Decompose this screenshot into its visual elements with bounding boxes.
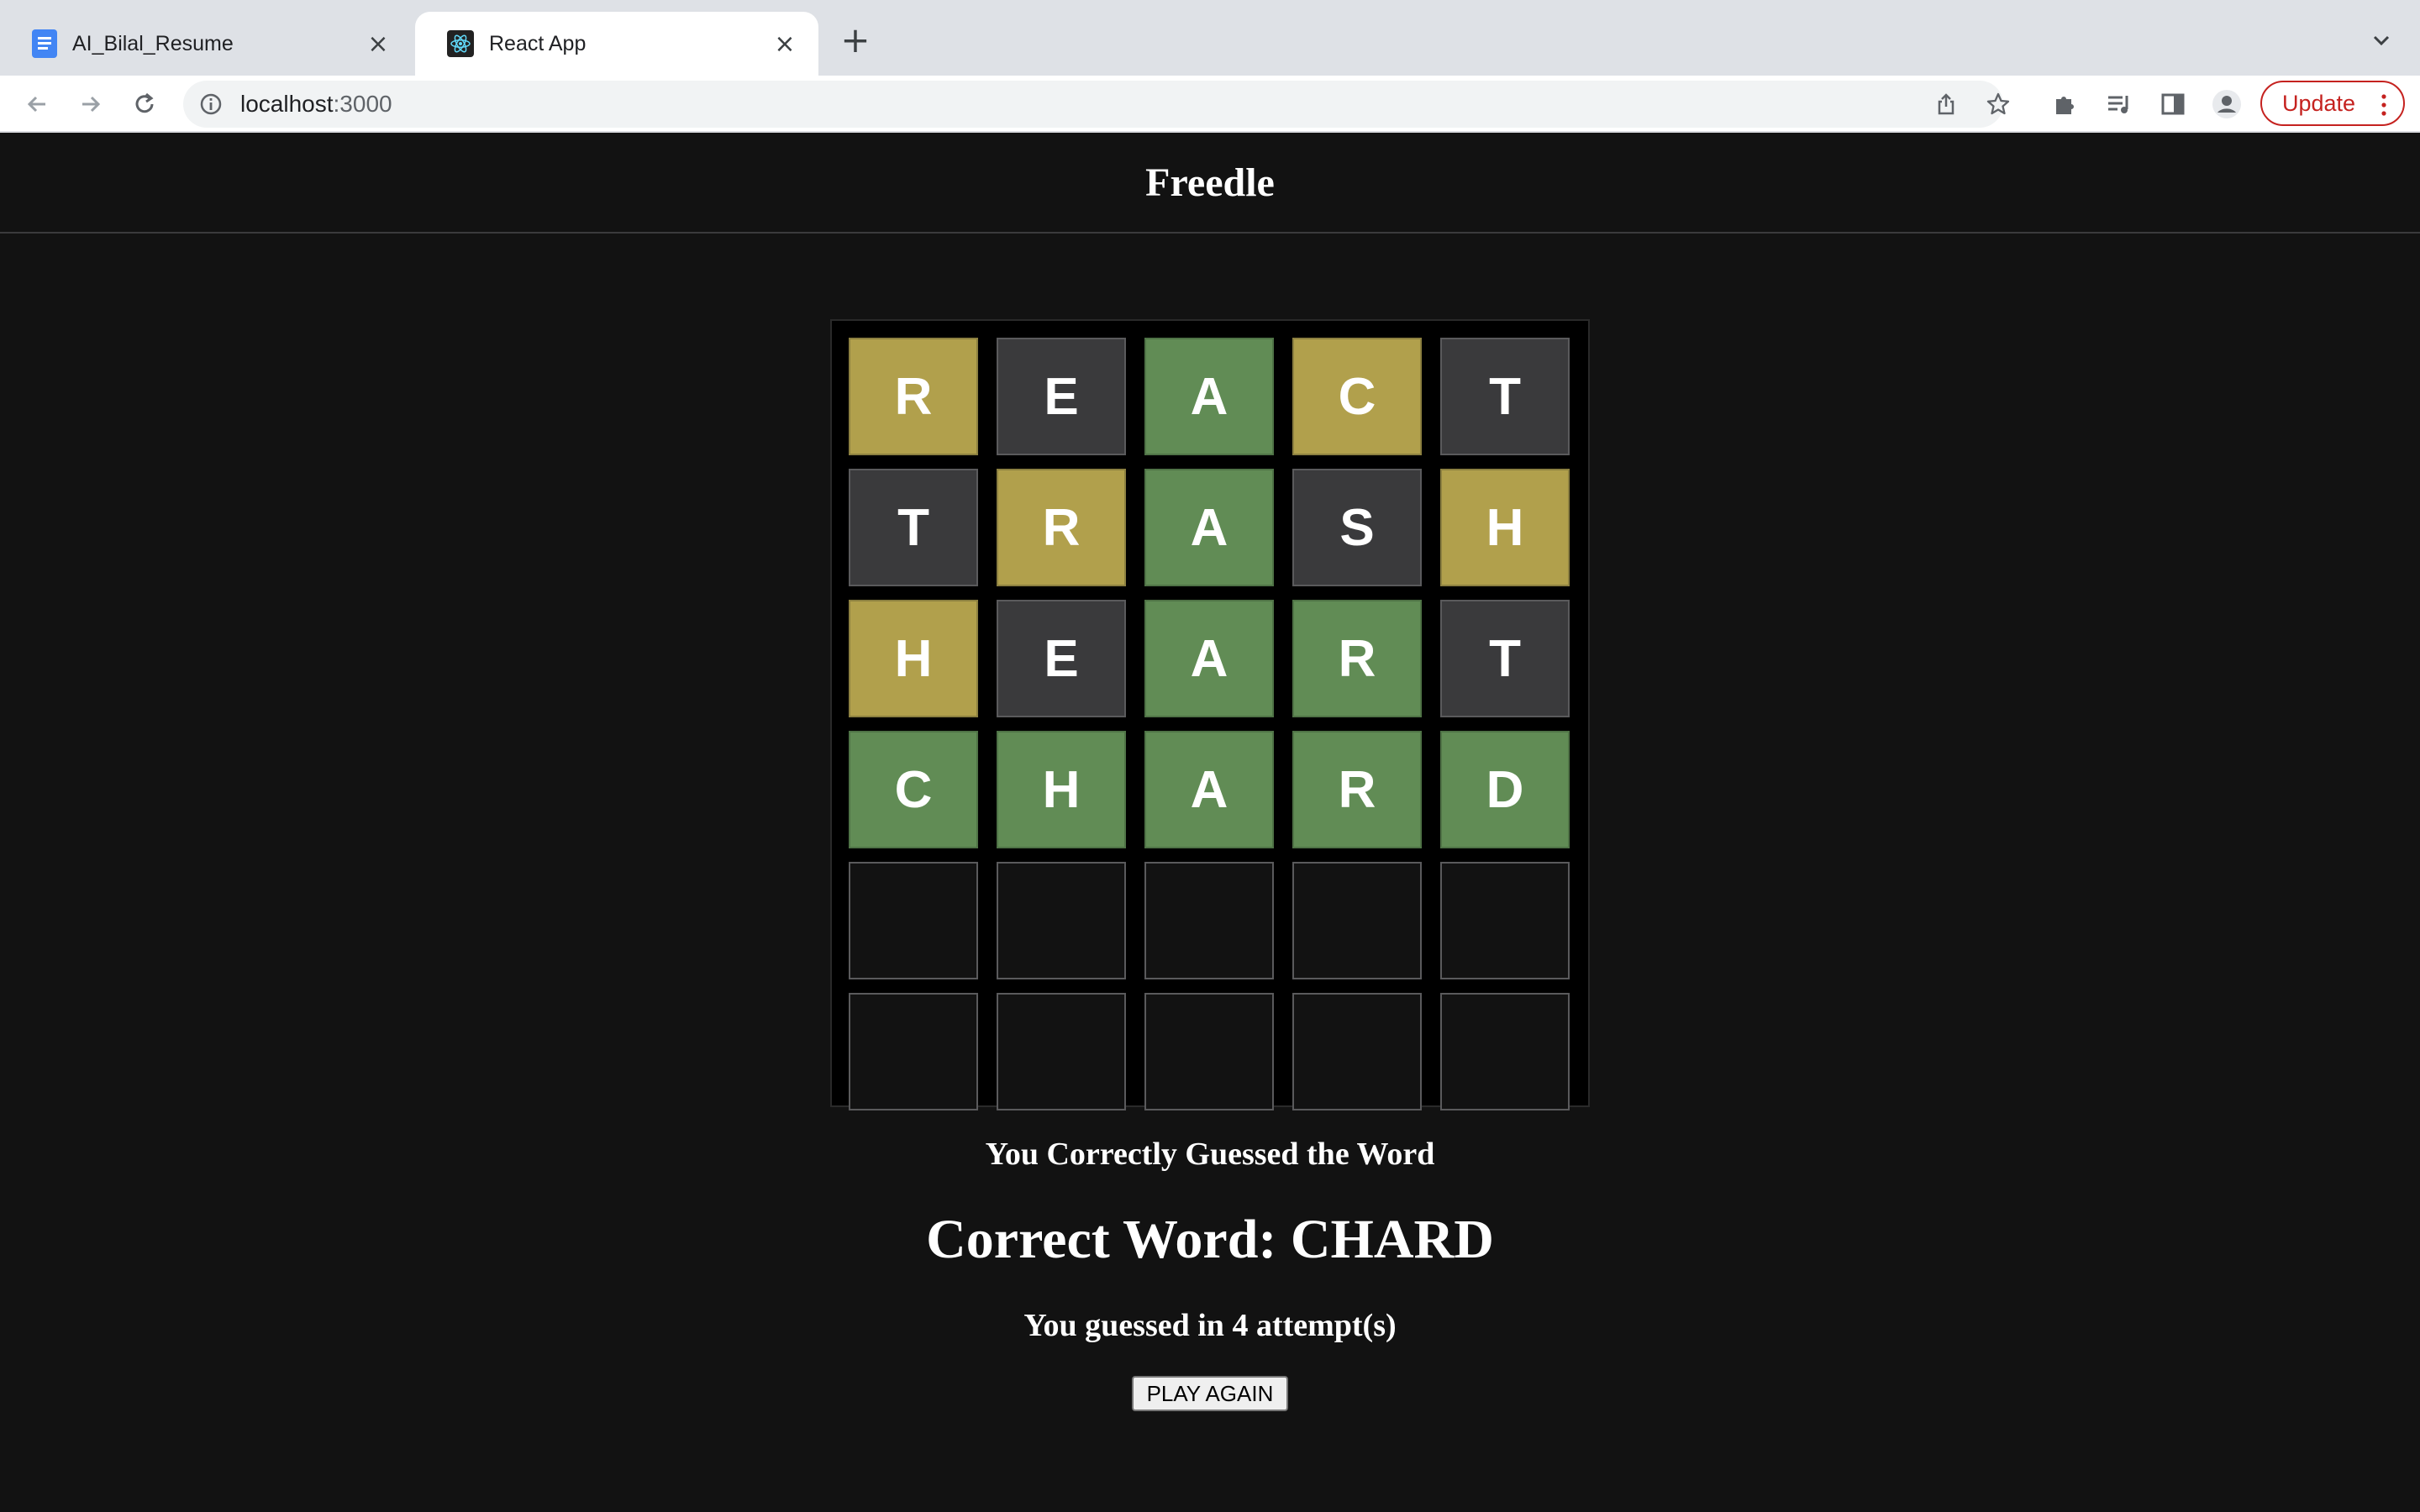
url-host: localhost (240, 91, 334, 117)
board-tile: A (1144, 731, 1274, 848)
board-tile (849, 862, 978, 979)
app-title: Freedle (1145, 160, 1275, 205)
board-tile: R (1292, 600, 1422, 717)
close-icon[interactable]: × (365, 29, 392, 59)
board-tile: R (1292, 731, 1422, 848)
browser-tab-strip: AI_Bilal_Resume × React App × + (0, 0, 2420, 76)
board-tile: D (1440, 731, 1570, 848)
board-tile (1440, 862, 1570, 979)
tab-title: React App (489, 31, 587, 55)
media-queue-icon[interactable] (2102, 87, 2136, 121)
board-tile: E (997, 600, 1126, 717)
new-tab-icon[interactable]: + (837, 22, 874, 59)
url-text: localhost:3000 (240, 91, 392, 118)
forward-arrow-icon[interactable] (71, 84, 111, 124)
board-tile: E (997, 338, 1126, 455)
tab-title: AI_Bilal_Resume (72, 31, 234, 55)
board-tile (997, 862, 1126, 979)
board-tile: R (849, 338, 978, 455)
url-port: :3000 (333, 91, 392, 117)
board-tile: H (1440, 469, 1570, 586)
board-tile (1292, 862, 1422, 979)
update-label: Update (2282, 90, 2356, 116)
board-tile (849, 993, 978, 1110)
board-tile: C (1292, 338, 1422, 455)
update-button[interactable]: Update (2260, 81, 2405, 126)
board-tile: S (1292, 469, 1422, 586)
board-tile: C (849, 731, 978, 848)
board-tile: A (1144, 600, 1274, 717)
more-vert-icon (2381, 94, 2386, 116)
board-tile (997, 993, 1126, 1110)
tab-resume[interactable]: AI_Bilal_Resume × (0, 12, 412, 76)
side-panel-icon[interactable] (2156, 87, 2190, 121)
close-icon[interactable]: × (771, 29, 798, 59)
bookmark-star-icon[interactable] (1983, 89, 2013, 119)
board-tile: T (1440, 338, 1570, 455)
board-tile: R (997, 469, 1126, 586)
board-tile: T (1440, 600, 1570, 717)
board-tile: T (849, 469, 978, 586)
result-message: You Correctly Guessed the Word (985, 1137, 1435, 1172)
correct-word-heading: Correct Word: CHARD (926, 1209, 1494, 1270)
attempts-message: You guessed in 4 attempt(s) (1023, 1308, 1397, 1343)
board-tile: H (997, 731, 1126, 848)
board-tile (1292, 993, 1422, 1110)
chevron-down-icon[interactable] (2368, 27, 2395, 54)
info-icon[interactable] (198, 92, 224, 117)
profile-avatar-icon[interactable] (2210, 87, 2244, 121)
board-tile: A (1144, 338, 1274, 455)
game-board: REACTTRASHHEARTCHARD (830, 319, 1590, 1110)
board-tile (1440, 993, 1570, 1110)
play-again-button[interactable]: PLAY AGAIN (1132, 1376, 1288, 1411)
extensions-puzzle-icon[interactable] (2049, 87, 2082, 121)
board-tile: A (1144, 469, 1274, 586)
react-icon (447, 30, 474, 57)
board-tile: H (849, 600, 978, 717)
address-bar[interactable]: localhost:3000 (183, 81, 2010, 128)
board-tile (1144, 993, 1274, 1110)
back-arrow-icon[interactable] (17, 84, 57, 124)
tab-react-app[interactable]: React App × (415, 12, 818, 76)
google-docs-icon (32, 29, 57, 58)
app-header: Freedle (0, 133, 2420, 234)
share-icon[interactable] (1931, 89, 1961, 119)
board-tile (1144, 862, 1274, 979)
browser-toolbar: localhost:3000 Update (0, 76, 2420, 133)
reload-icon[interactable] (124, 84, 165, 124)
